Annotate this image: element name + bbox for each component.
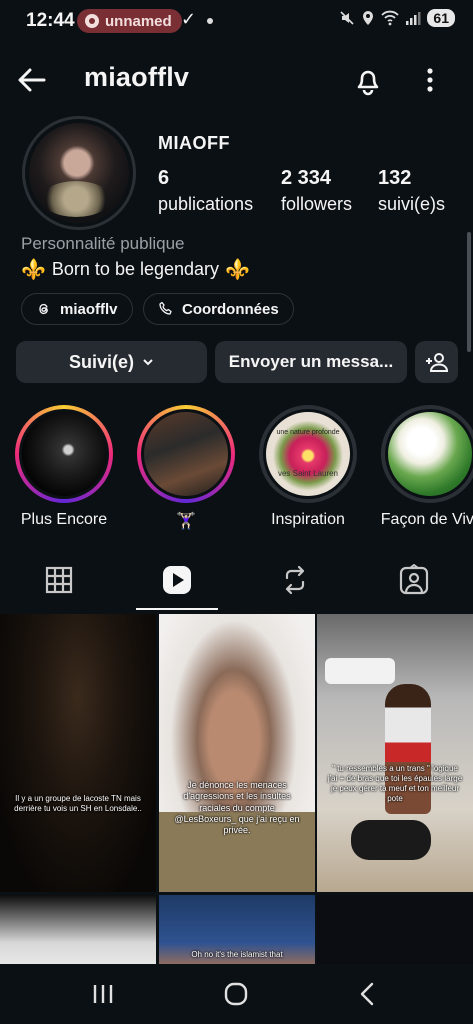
status-time: 12:44: [26, 10, 75, 31]
stat-followers-count: 2 334: [281, 167, 332, 189]
status-icons: 61: [339, 9, 455, 27]
highlight-cover: [141, 409, 231, 499]
reel-caption: Oh no it's the islamist that: [191, 950, 283, 959]
threads-chip[interactable]: miaofflv: [21, 293, 133, 325]
back-arrow-icon[interactable]: [14, 62, 50, 98]
message-button[interactable]: Envoyer un messa...: [215, 341, 407, 383]
wifi-icon: [381, 10, 400, 26]
fleur-de-lis-icon: ⚜️: [225, 259, 250, 281]
reel-thumbnail[interactable]: Il y a un groupe de lacoste TN mais derr…: [0, 614, 156, 892]
profile-bio: ⚜️ Born to be legendary ⚜️: [21, 257, 250, 282]
stat-publications[interactable]: 6 publications: [158, 167, 253, 215]
avatar: [29, 123, 129, 223]
highlight-ring: une nature profonde ves Saint Lauren: [259, 405, 357, 503]
highlight-gym[interactable]: 🏋🏻‍♀️: [136, 405, 236, 531]
reels-icon[interactable]: [161, 564, 193, 596]
reel-thumbnail[interactable]: Oh no it's the islamist that: [159, 895, 315, 964]
check-icon: ✓: [181, 9, 197, 29]
more-vertical-icon[interactable]: [416, 62, 444, 98]
add-person-icon: [425, 353, 448, 372]
grid-icon[interactable]: [43, 564, 75, 596]
highlight-label: 🏋🏻‍♀️: [176, 513, 196, 530]
reel-caption: Il y a un groupe de lacoste TN mais derr…: [14, 794, 142, 813]
stat-publications-label: publications: [158, 194, 254, 214]
reel-thumbnail[interactable]: [317, 895, 473, 964]
stat-followers[interactable]: 2 334 followers: [281, 167, 352, 215]
highlight-ring: [137, 405, 235, 503]
notification-dot-icon: [207, 18, 213, 24]
active-tab-indicator: [136, 608, 218, 610]
reel-quote-card: [325, 658, 395, 684]
message-label: Envoyer un messa...: [228, 352, 394, 371]
recent-apps-icon[interactable]: [88, 980, 118, 1008]
reel-thumbnail[interactable]: [0, 895, 156, 964]
stat-following-label: suivi(e)s: [378, 194, 446, 214]
stat-following-count: 132: [378, 167, 412, 189]
suggest-people-button[interactable]: [415, 341, 458, 383]
status-bar: 12:44 unnamed ✓ 61: [0, 0, 473, 42]
reels-grid: Il y a un groupe de lacoste TN mais derr…: [0, 614, 473, 964]
highlight-cover: [385, 409, 473, 499]
scrollbar[interactable]: [467, 232, 471, 352]
reel-bag: [351, 820, 431, 860]
highlight-cover: une nature profonde ves Saint Lauren: [263, 409, 353, 499]
stat-publications-count: 6: [158, 167, 170, 189]
home-icon[interactable]: [221, 980, 251, 1008]
profile-avatar-ring[interactable]: [22, 116, 136, 230]
highlight-ring: [15, 405, 113, 503]
tagged-icon[interactable]: [398, 564, 430, 596]
reposts-icon[interactable]: [279, 564, 311, 596]
highlight-inspiration[interactable]: une nature profonde ves Saint Lauren Ins…: [258, 405, 358, 529]
highlight-cover-text: ves Saint Lauren: [277, 469, 339, 478]
highlight-cover: [19, 409, 109, 499]
chevron-down-icon: [143, 359, 153, 366]
mute-icon: [340, 11, 354, 25]
bio-text: Born to be legendary: [51, 259, 220, 279]
fleur-de-lis-icon: ⚜️: [21, 259, 46, 281]
threads-icon: [39, 303, 48, 315]
reel-caption: " tu ressembles a un trans " logique j'a…: [327, 764, 463, 803]
profile-category: Personnalité publique: [21, 234, 185, 253]
display-name: MIAOFF: [158, 133, 230, 153]
battery-level: 61: [427, 9, 455, 27]
stat-followers-label: followers: [281, 194, 353, 214]
reel-thumbnail[interactable]: Je dénonce les menaces d'agressions et l…: [159, 614, 315, 892]
highlight-facon-de-vivre[interactable]: Façon de Vivr: [380, 405, 473, 529]
contact-label: Coordonnées: [182, 300, 279, 318]
highlight-label: Façon de Vivr: [380, 511, 473, 528]
chrome-icon: [85, 14, 99, 28]
following-label: Suivi(e): [68, 351, 134, 372]
status-pill-label: unnamed: [105, 12, 172, 30]
phone-icon: [159, 301, 172, 315]
profile-username: miaofflv: [84, 62, 190, 92]
highlight-label: Inspiration: [271, 511, 345, 528]
contact-chip[interactable]: Coordonnées: [143, 293, 294, 325]
back-icon[interactable]: [353, 980, 383, 1008]
highlight-label: Plus Encore: [20, 511, 108, 528]
reel-thumbnail[interactable]: " tu ressembles a un trans " logique j'a…: [317, 614, 473, 892]
highlight-cover-text: une nature profonde: [276, 429, 340, 436]
threads-handle: miaofflv: [60, 300, 118, 318]
system-navigation-bar: [0, 964, 473, 1024]
profile-tabs: [0, 556, 473, 610]
stat-following[interactable]: 132 suivi(e)s: [378, 167, 445, 215]
signal-icon: [406, 12, 421, 25]
status-pill[interactable]: unnamed: [77, 9, 182, 33]
highlight-plus-encore[interactable]: Plus Encore: [14, 405, 114, 529]
bell-icon[interactable]: [350, 62, 386, 98]
reel-caption: Je dénonce les menaces d'agressions et l…: [174, 780, 300, 835]
following-button[interactable]: Suivi(e): [16, 341, 207, 383]
location-icon: [363, 11, 374, 25]
highlight-ring: [381, 405, 473, 503]
profile-header: miaofflv: [0, 56, 473, 104]
